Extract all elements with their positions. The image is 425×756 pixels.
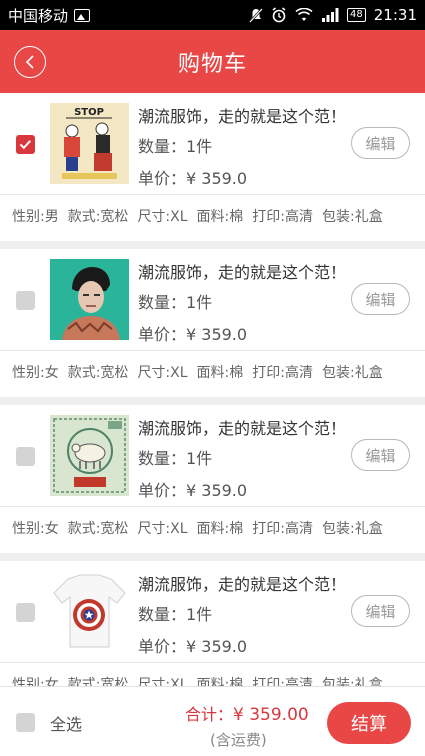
- divider: [0, 194, 425, 195]
- attr-style: 款式:宽松: [67, 677, 129, 686]
- attr-packaging: 包装:礼盒: [321, 209, 383, 225]
- app-header: 购物车: [0, 30, 425, 93]
- attr-gender: 性别:女: [12, 677, 59, 686]
- attr-packaging: 包装:礼盒: [321, 521, 383, 537]
- cart-footer: 全选 合计：¥ 359.00 (含运费) 结算: [0, 686, 425, 756]
- product-name: 潮流服饰，走的就是这个范！: [138, 419, 347, 438]
- product-quantity: 数量：1件: [138, 605, 213, 624]
- back-button[interactable]: [14, 46, 46, 78]
- product-attributes: 性别:女 款式:宽松 尺寸:XL 面料:棉 打印:高清 包装:礼盒: [12, 674, 392, 686]
- attr-fabric: 面料:棉: [196, 521, 244, 537]
- total-label: 合计：: [185, 705, 234, 724]
- alarm-icon: [272, 7, 286, 23]
- attr-fabric: 面料:棉: [196, 209, 244, 225]
- product-quantity: 数量：1件: [138, 449, 213, 468]
- edit-button[interactable]: 编辑: [351, 595, 410, 627]
- attr-print: 打印:高清: [252, 209, 313, 225]
- cart-item: STOP 潮流服饰，走的就是这个范！ 数量：1件 单价：¥ 359.0 编辑 性…: [0, 93, 425, 241]
- attr-gender: 性别:男: [12, 209, 59, 225]
- attr-size: 尺寸:XL: [137, 209, 188, 225]
- attr-print: 打印:高清: [252, 365, 313, 381]
- clock: 21:31: [373, 6, 417, 24]
- attr-packaging: 包装:礼盒: [321, 677, 383, 686]
- product-image[interactable]: STOP: [50, 103, 129, 184]
- captain-shield-image: [50, 571, 129, 652]
- product-price: 单价：¥ 359.0: [138, 325, 248, 344]
- product-name: 潮流服饰，走的就是这个范！: [138, 575, 347, 594]
- attr-print: 打印:高清: [252, 521, 313, 537]
- page-title: 购物车: [177, 51, 247, 77]
- product-image[interactable]: [50, 571, 129, 652]
- item-checkbox[interactable]: [16, 603, 35, 622]
- divider: [0, 506, 425, 507]
- attr-fabric: 面料:棉: [196, 677, 244, 686]
- product-price: 单价：¥ 359.0: [138, 637, 248, 656]
- attr-gender: 性别:女: [12, 365, 59, 381]
- shipping-note: (含运费): [210, 731, 267, 749]
- product-image[interactable]: [50, 415, 129, 496]
- cart-item: 潮流服饰，走的就是这个范！ 数量：1件 单价：¥ 359.0 编辑 性别:女 款式…: [0, 561, 425, 686]
- edit-button[interactable]: 编辑: [351, 283, 410, 315]
- item-checkbox[interactable]: [16, 135, 35, 154]
- attr-gender: 性别:女: [12, 521, 59, 537]
- product-attributes: 性别:男 款式:宽松 尺寸:XL 面料:棉 打印:高清 包装:礼盒: [12, 206, 392, 226]
- signal-icon: [322, 8, 339, 22]
- cart-item: 潮流服饰，走的就是这个范！ 数量：1件 单价：¥ 359.0 编辑 性别:女 款式…: [0, 249, 425, 397]
- cart-item: 潮流服饰，走的就是这个范！ 数量：1件 单价：¥ 359.0 编辑 性别:女 款式…: [0, 405, 425, 553]
- product-attributes: 性别:女 款式:宽松 尺寸:XL 面料:棉 打印:高清 包装:礼盒: [12, 518, 392, 538]
- popeye-stop-image: STOP: [50, 103, 129, 184]
- item-checkbox[interactable]: [16, 291, 35, 310]
- product-price: 单价：¥ 359.0: [138, 481, 248, 500]
- product-name: 潮流服饰，走的就是这个范！: [138, 263, 347, 282]
- item-checkbox[interactable]: [16, 447, 35, 466]
- edit-button[interactable]: 编辑: [351, 439, 410, 471]
- attr-style: 款式:宽松: [67, 209, 129, 225]
- attr-fabric: 面料:棉: [196, 365, 244, 381]
- divider: [0, 350, 425, 351]
- carrier-label: 中国移动: [8, 6, 69, 25]
- battery-icon: 48: [347, 8, 366, 22]
- product-attributes: 性别:女 款式:宽松 尺寸:XL 面料:棉 打印:高清 包装:礼盒: [12, 362, 392, 382]
- stamp-sheep-image: [50, 415, 129, 496]
- image-notification-icon: [74, 8, 91, 22]
- mute-icon: [249, 7, 263, 23]
- checkout-button[interactable]: 结算: [327, 702, 411, 744]
- attr-size: 尺寸:XL: [137, 365, 188, 381]
- total-amount: ¥ 359.00: [233, 705, 309, 725]
- attr-print: 打印:高清: [252, 677, 313, 686]
- select-all-checkbox[interactable]: [16, 713, 35, 732]
- attr-style: 款式:宽松: [67, 521, 129, 537]
- product-image[interactable]: [50, 259, 129, 340]
- product-quantity: 数量：1件: [138, 137, 213, 156]
- attr-style: 款式:宽松: [67, 365, 129, 381]
- product-price: 单价：¥ 359.0: [138, 169, 248, 188]
- product-name: 潮流服饰，走的就是这个范！: [138, 107, 347, 126]
- chevron-left-icon: [25, 55, 34, 69]
- checkmark-icon: [19, 140, 32, 150]
- select-all-label[interactable]: 全选: [50, 711, 82, 735]
- total-price: 合计：¥ 359.00: [185, 701, 309, 725]
- portrait-image: [50, 259, 129, 340]
- edit-button[interactable]: 编辑: [351, 127, 410, 159]
- status-bar: 中国移动 48 21:31: [0, 0, 425, 30]
- attr-size: 尺寸:XL: [137, 521, 188, 537]
- divider: [0, 662, 425, 663]
- cart-list[interactable]: STOP 潮流服饰，走的就是这个范！ 数量：1件 单价：¥ 359.0 编辑 性…: [0, 93, 425, 686]
- attr-packaging: 包装:礼盒: [321, 365, 383, 381]
- wifi-icon: [295, 8, 313, 21]
- product-quantity: 数量：1件: [138, 293, 213, 312]
- stop-text: STOP: [74, 107, 104, 118]
- attr-size: 尺寸:XL: [137, 677, 188, 686]
